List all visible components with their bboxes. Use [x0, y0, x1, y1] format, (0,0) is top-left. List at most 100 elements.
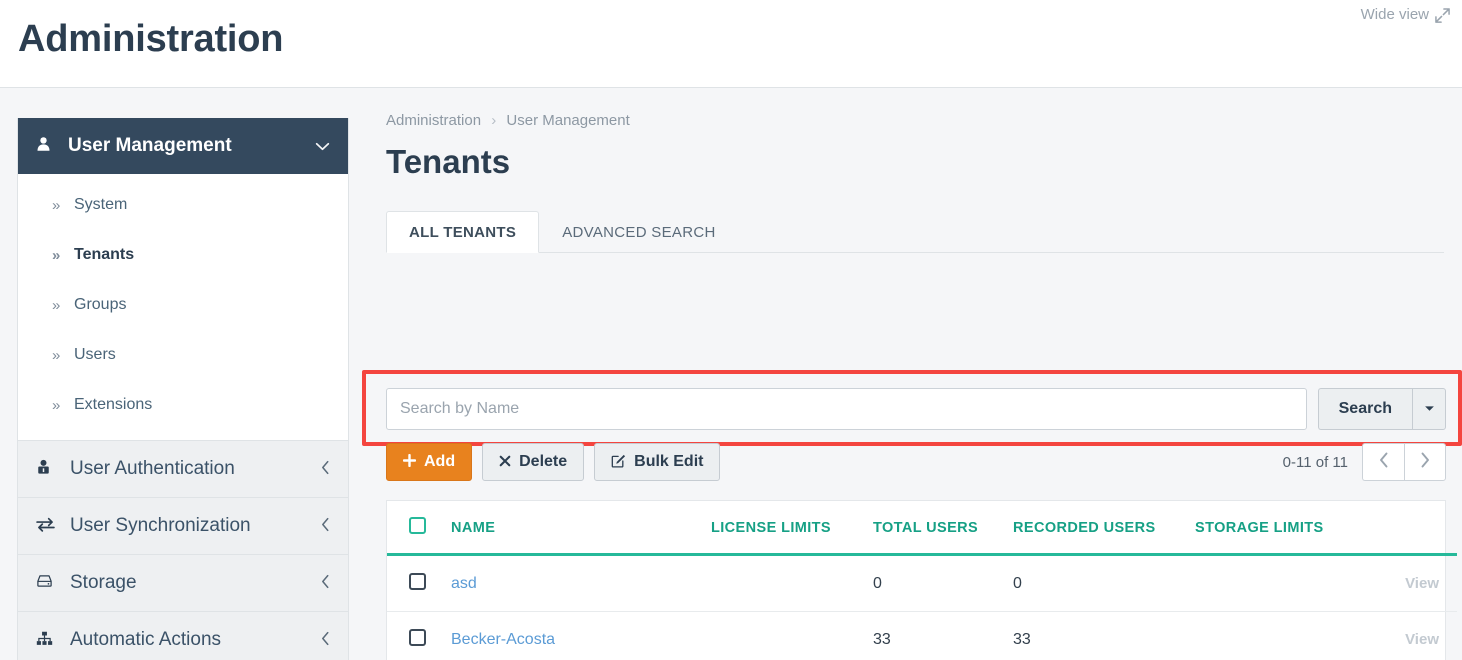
- sitemap-icon: [36, 631, 62, 650]
- delete-button-label: Delete: [519, 453, 568, 470]
- column-header-storage-limits[interactable]: STORAGE LIMITS: [1195, 501, 1365, 556]
- row-total-users-cell: 33: [873, 611, 1013, 660]
- sidebar-item-users[interactable]: » Users: [18, 330, 348, 380]
- wide-view-toggle[interactable]: Wide view: [1361, 6, 1450, 23]
- main-panel: Administration › User Management Tenants…: [362, 88, 1462, 660]
- tab-bar: ALL TENANTS ADVANCED SEARCH: [386, 207, 1444, 253]
- plus-icon: [402, 453, 417, 470]
- chevron-left-icon: [321, 631, 330, 650]
- row-name-cell: Becker-Acosta: [451, 611, 711, 660]
- tenant-name-link[interactable]: Becker-Acosta: [451, 631, 555, 648]
- search-button-group: Search: [1317, 388, 1446, 430]
- search-options-dropdown-button[interactable]: [1412, 388, 1446, 430]
- row-name-cell: asd: [451, 554, 711, 612]
- delete-button[interactable]: Delete: [482, 443, 585, 481]
- breadcrumb-item-user-management[interactable]: User Management: [506, 112, 629, 129]
- pagination-next-button[interactable]: [1404, 443, 1446, 481]
- add-button-label: Add: [424, 453, 456, 470]
- add-button[interactable]: Add: [386, 443, 473, 481]
- row-recorded-users-cell: 33: [1013, 611, 1195, 660]
- column-header-actions: [1365, 501, 1457, 556]
- column-header-total-users[interactable]: TOTAL USERS: [873, 501, 1013, 556]
- sidebar-item-label: System: [74, 196, 128, 213]
- view-link[interactable]: View: [1405, 631, 1439, 648]
- row-action-cell: View: [1365, 554, 1457, 612]
- tab-all-tenants[interactable]: ALL TENANTS: [386, 211, 540, 253]
- row-checkbox[interactable]: [409, 629, 426, 646]
- content-area: User Management » System » Tenants » Gro…: [0, 88, 1462, 660]
- column-header-license-limits[interactable]: LICENSE LIMITS: [711, 501, 873, 556]
- sidebar-item-label: Extensions: [74, 396, 153, 413]
- sidebar-item-system[interactable]: » System: [18, 180, 348, 230]
- row-storage-limits-cell: [1195, 611, 1365, 660]
- double-chevron-icon: »: [52, 246, 61, 264]
- select-all-header: [387, 501, 451, 556]
- table-header-row: NAME LICENSE LIMITS TOTAL USERS RECORDED…: [387, 501, 1457, 556]
- sidebar-item-extensions[interactable]: » Extensions: [18, 380, 348, 430]
- table-header: NAME LICENSE LIMITS TOTAL USERS RECORDED…: [387, 501, 1457, 556]
- sidebar-section-label: User Management: [68, 135, 232, 156]
- exchange-arrows-icon: [36, 517, 62, 536]
- search-input[interactable]: [386, 388, 1307, 430]
- x-icon: [499, 454, 511, 470]
- sidebar: User Management » System » Tenants » Gro…: [17, 118, 349, 660]
- row-checkbox[interactable]: [409, 573, 426, 590]
- double-chevron-icon: »: [52, 196, 61, 214]
- wide-view-label: Wide view: [1360, 6, 1429, 23]
- chevron-right-icon: [1420, 452, 1430, 473]
- sidebar-section-storage[interactable]: Storage: [18, 554, 348, 611]
- bulk-edit-button[interactable]: Bulk Edit: [594, 443, 721, 481]
- sidebar-section-label: Storage: [70, 572, 137, 593]
- breadcrumb-item-administration[interactable]: Administration: [386, 112, 481, 129]
- row-recorded-users-cell: 0: [1013, 554, 1195, 612]
- sidebar-item-label: Tenants: [74, 246, 135, 263]
- pagination-prev-button[interactable]: [1362, 443, 1404, 481]
- sidebar-item-tenants[interactable]: » Tenants: [18, 230, 348, 280]
- tab-advanced-search[interactable]: ADVANCED SEARCH: [539, 211, 738, 253]
- search-bar: Search: [386, 388, 1446, 430]
- sidebar-section-label: Automatic Actions: [70, 629, 222, 650]
- sidebar-item-label: Users: [74, 346, 116, 363]
- double-chevron-icon: »: [52, 346, 61, 364]
- sidebar-section-user-management[interactable]: User Management: [18, 118, 348, 174]
- double-chevron-icon: »: [52, 396, 61, 414]
- lock-user-icon: [36, 459, 62, 479]
- pagination: 0-11 of 11: [1283, 443, 1446, 481]
- table-row[interactable]: asd 0 0 View: [387, 554, 1457, 612]
- page-title: Administration: [18, 18, 284, 60]
- chevron-left-icon: [321, 517, 330, 536]
- column-header-recorded-users[interactable]: RECORDED USERS: [1013, 501, 1195, 556]
- section-title: Tenants: [386, 143, 511, 180]
- caret-down-icon: [1424, 403, 1435, 415]
- drive-icon: [36, 574, 62, 592]
- row-action-cell: View: [1365, 611, 1457, 660]
- pagination-range-label: 0-11 of 11: [1282, 453, 1348, 471]
- chevron-down-icon: [315, 138, 330, 155]
- chevron-left-icon: [321, 460, 330, 479]
- table-row[interactable]: Becker-Acosta 33 33 View: [387, 611, 1457, 660]
- sidebar-sub-list: » System » Tenants » Groups » Users » Ex…: [18, 174, 348, 440]
- sidebar-item-groups[interactable]: » Groups: [18, 280, 348, 330]
- search-button[interactable]: Search: [1317, 388, 1412, 430]
- sidebar-section-label: User Authentication: [70, 458, 235, 479]
- tenants-table: NAME LICENSE LIMITS TOTAL USERS RECORDED…: [387, 501, 1457, 660]
- view-link[interactable]: View: [1405, 575, 1439, 592]
- tenant-name-link[interactable]: asd: [451, 575, 477, 592]
- sidebar-section-user-authentication[interactable]: User Authentication: [18, 440, 348, 497]
- column-header-name[interactable]: NAME: [451, 501, 711, 556]
- user-icon: [36, 136, 58, 157]
- sidebar-section-automatic-actions[interactable]: Automatic Actions: [18, 611, 348, 660]
- tenants-table-card: NAME LICENSE LIMITS TOTAL USERS RECORDED…: [386, 500, 1457, 660]
- edit-square-icon: [611, 453, 626, 471]
- double-chevron-icon: »: [52, 296, 61, 314]
- chevron-left-icon: [1379, 452, 1389, 473]
- breadcrumb-separator: ›: [491, 112, 497, 129]
- sidebar-section-label: User Synchronization: [70, 515, 251, 536]
- breadcrumb: Administration › User Management: [386, 112, 1444, 129]
- select-all-checkbox[interactable]: [409, 517, 426, 534]
- chevron-left-icon: [321, 574, 330, 593]
- row-total-users-cell: 0: [873, 554, 1013, 612]
- row-storage-limits-cell: [1195, 554, 1365, 612]
- row-license-limits-cell: [711, 611, 873, 660]
- sidebar-section-user-synchronization[interactable]: User Synchronization: [18, 497, 348, 554]
